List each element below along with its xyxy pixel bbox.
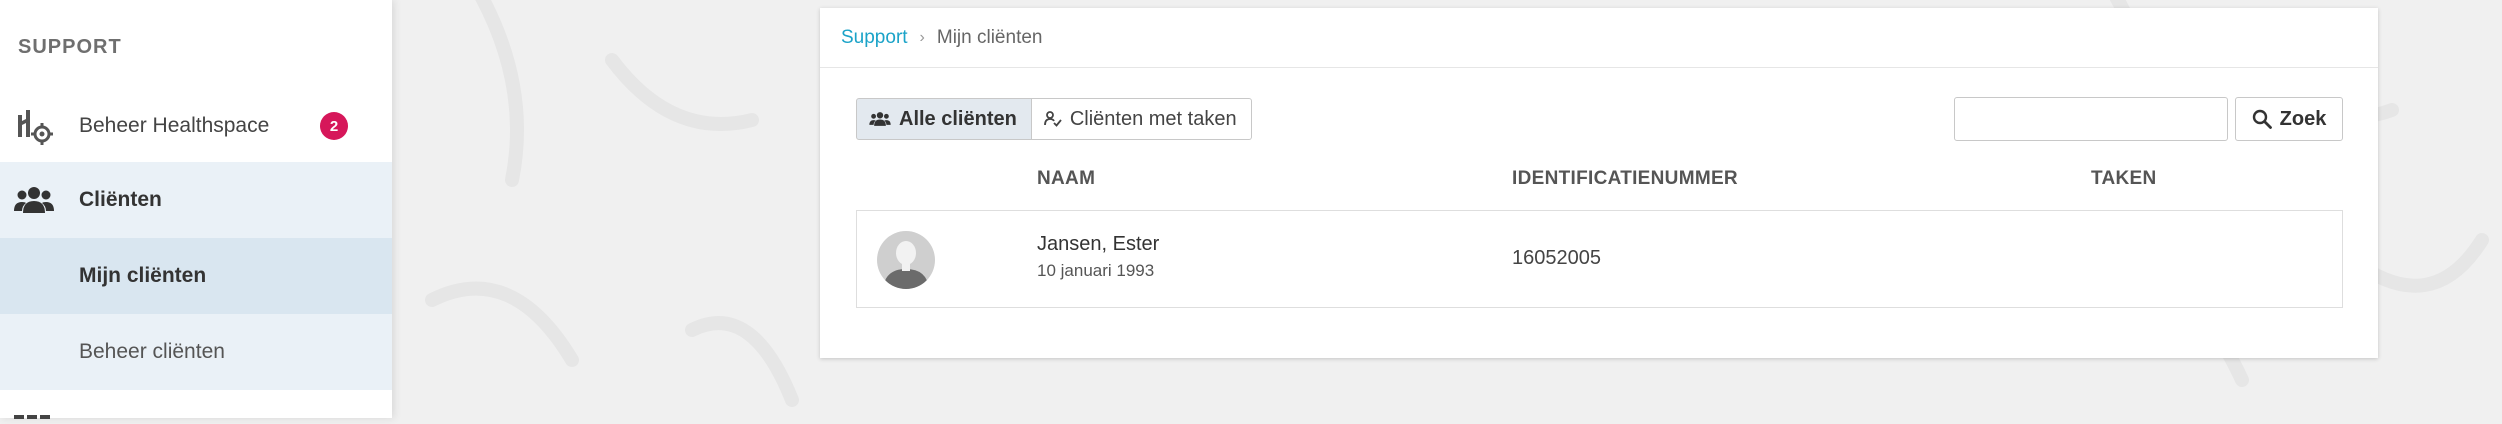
sidebar: SUPPORT Beheer Healthspace 2 Cliënten Mi…	[0, 0, 392, 419]
client-birthdate: 10 januari 1993	[1037, 261, 1155, 280]
table-row[interactable]: Jansen, Ester 10 januari 1993 16052005	[856, 210, 2343, 308]
column-header-identificatienummer[interactable]: IDENTIFICATIENUMMER	[1512, 168, 1738, 190]
client-filter-toggle: Alle cliënten Cliënten met taken	[856, 98, 1252, 140]
column-header-naam[interactable]: NAAM	[1037, 168, 1095, 190]
filter-all-clients-label: Alle cliënten	[899, 107, 1017, 130]
sidebar-heading: SUPPORT	[18, 36, 122, 58]
chevron-right-icon: ›	[919, 28, 925, 46]
sidebar-item-clienten[interactable]: Cliënten	[0, 162, 392, 238]
avatar	[877, 231, 935, 289]
sidebar-item-label: Beheer Healthspace	[79, 114, 270, 137]
filter-clients-with-tasks-label: Cliënten met taken	[1069, 107, 1237, 130]
breadcrumb: Support › Mijn cliënten	[820, 8, 2378, 68]
client-name: Jansen, Ester	[1037, 233, 1160, 255]
sidebar-item-label: Beheer cliënten	[79, 340, 225, 363]
filter-clients-with-tasks-button[interactable]: Cliënten met taken	[1031, 98, 1252, 140]
sidebar-item-beheer-clienten[interactable]: Beheer cliënten	[0, 314, 392, 390]
clients-panel: Support › Mijn cliënten Alle cliënten Cl…	[820, 8, 2378, 358]
search-button[interactable]: Zoek	[2235, 97, 2343, 141]
user-check-icon	[1043, 111, 1062, 127]
breadcrumb-current: Mijn cliënten	[936, 26, 1043, 48]
column-header-taken[interactable]: TAKEN	[2091, 168, 2157, 190]
search-icon	[2252, 109, 2272, 129]
breadcrumb-link-support[interactable]: Support	[841, 27, 908, 49]
sidebar-item-mijn-clienten[interactable]: Mijn cliënten	[0, 238, 392, 314]
search-button-label: Zoek	[2279, 107, 2327, 130]
sidebar-item-label: Cliënten	[79, 188, 162, 211]
healthspace-gear-icon	[14, 106, 54, 146]
list-icon	[14, 406, 50, 419]
users-icon	[14, 180, 54, 220]
search-input[interactable]	[1954, 97, 2228, 141]
filter-all-clients-button[interactable]: Alle cliënten	[856, 98, 1032, 140]
users-icon	[869, 111, 891, 127]
notification-badge: 2	[320, 112, 348, 140]
client-identification-number: 16052005	[1512, 247, 1601, 269]
sidebar-item-beheer-healthspace[interactable]: Beheer Healthspace 2	[0, 88, 392, 164]
sidebar-item-label: Mijn cliënten	[79, 264, 207, 287]
